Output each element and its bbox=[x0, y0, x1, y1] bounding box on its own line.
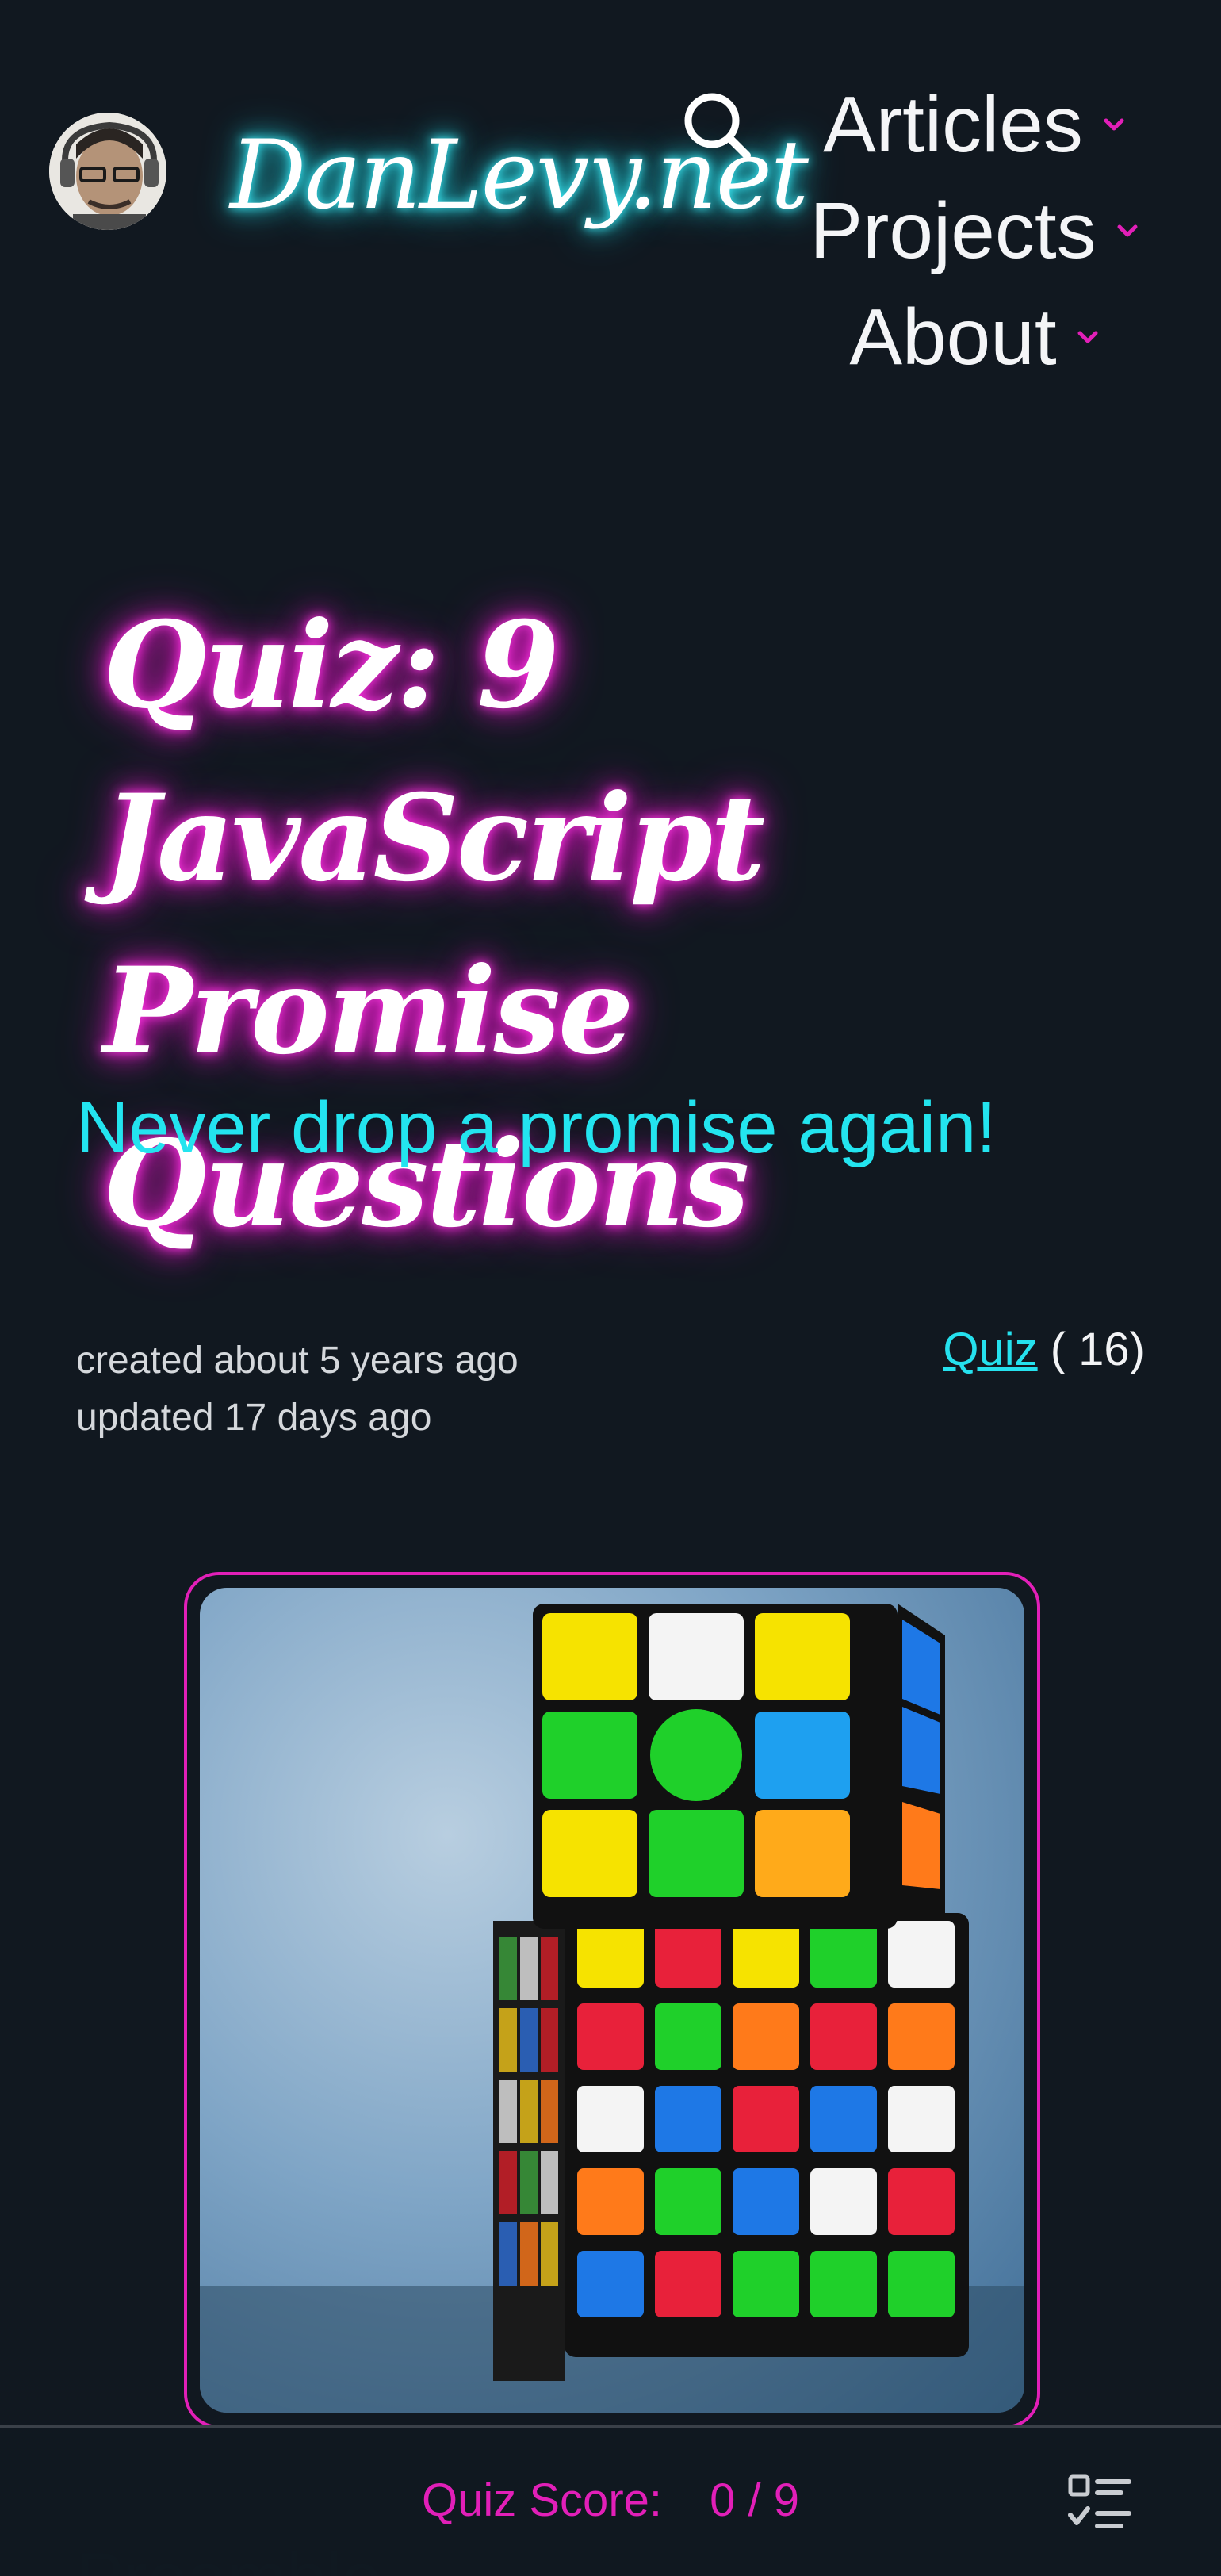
search-icon bbox=[684, 93, 751, 159]
chevron-down-icon bbox=[1117, 224, 1138, 237]
hero-image bbox=[200, 1588, 1024, 2413]
tag-link-quiz[interactable]: Quiz bbox=[943, 1324, 1037, 1375]
quiz-score-bar: Quiz Score: 0 / 9 bbox=[0, 2425, 1221, 2576]
created-date: created about 5 years ago bbox=[76, 1340, 519, 1382]
list-check-icon bbox=[1068, 2474, 1131, 2528]
rubiks-cubes-illustration bbox=[200, 1604, 1024, 2413]
page-subtitle: Never drop a promise again! bbox=[76, 1087, 997, 1168]
quiz-score: Quiz Score: 0 / 9 bbox=[422, 2474, 799, 2527]
search-button[interactable] bbox=[679, 87, 755, 163]
post-dates: created about 5 years ago updated 17 day… bbox=[76, 1332, 519, 1447]
page: DanLevy.net Articles Projects About Quiz… bbox=[0, 0, 1221, 2576]
avatar[interactable] bbox=[49, 113, 166, 230]
category-tag: Quiz ( 16) bbox=[943, 1323, 1145, 1376]
nav-item-projects[interactable]: Projects bbox=[785, 178, 1166, 284]
main-nav: Articles Projects About bbox=[785, 71, 1166, 390]
nav-item-articles[interactable]: Articles bbox=[785, 71, 1166, 178]
title-line-1: Quiz: 9 JavaScript bbox=[103, 596, 765, 908]
nav-item-about[interactable]: About bbox=[785, 284, 1166, 390]
hero-image-frame bbox=[184, 1572, 1040, 2428]
nav-item-label: About bbox=[849, 292, 1057, 381]
chevron-down-icon bbox=[1104, 118, 1124, 131]
avatar-photo bbox=[49, 113, 166, 230]
tag-count: ( 16) bbox=[1050, 1324, 1145, 1375]
nav-item-label: Articles bbox=[823, 79, 1083, 169]
chevron-down-icon bbox=[1077, 331, 1098, 343]
nav-item-label: Projects bbox=[810, 186, 1097, 275]
quiz-toc-button[interactable] bbox=[1066, 2471, 1132, 2537]
quiz-score-label: Quiz Score: bbox=[422, 2474, 662, 2526]
updated-date: updated 17 days ago bbox=[76, 1397, 432, 1439]
quiz-score-value: 0 / 9 bbox=[710, 2474, 799, 2526]
